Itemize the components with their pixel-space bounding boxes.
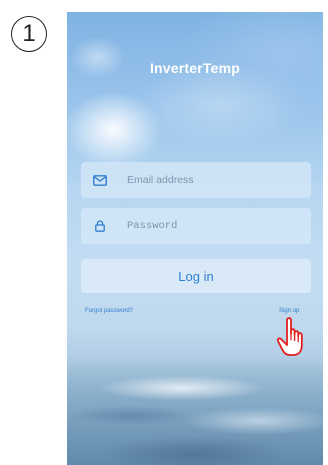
forgot-password-link[interactable]: Forgot password?: [85, 308, 133, 314]
password-field[interactable]: [81, 208, 311, 244]
lock-icon: [93, 219, 107, 233]
pointing-hand-icon: [276, 317, 303, 356]
app-title: InverterTemp: [149, 60, 241, 76]
step-number-badge: 1: [11, 16, 47, 52]
envelope-icon: [93, 173, 107, 187]
instruction-page: 1 InverterTemp Log in Forgot: [0, 0, 328, 465]
background-water: [67, 355, 323, 465]
phone-screen: InverterTemp Log in Forgot password? Sig…: [67, 12, 323, 465]
password-input[interactable]: [127, 220, 287, 232]
step-number: 1: [22, 20, 36, 47]
login-button[interactable]: Log in: [81, 259, 311, 293]
email-field[interactable]: [81, 162, 311, 198]
sign-up-link[interactable]: Sign up: [279, 308, 299, 314]
email-input[interactable]: [127, 174, 287, 186]
